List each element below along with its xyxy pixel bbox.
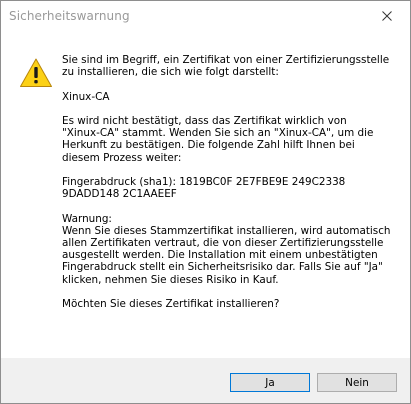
close-button[interactable] [364, 1, 410, 31]
intro-text: Sie sind im Begriff, ein Zertifikat von … [62, 54, 390, 79]
button-bar: Ja Nein [1, 358, 410, 403]
fingerprint-text: Fingerabdruck (sha1): 1819BC0F 2E7FBE9E … [62, 175, 346, 201]
warning-text: Warnung: Wenn Sie dieses Stammzertifikat… [62, 212, 391, 286]
ca-name: Xinux-CA [62, 90, 110, 103]
verification-text: Es wird nicht bestätigt, dass das Zertif… [62, 114, 374, 164]
window-title: Sicherheitswarnung [9, 9, 130, 23]
question-text: Möchten Sie dieses Zertifikat installier… [62, 297, 280, 310]
security-warning-dialog: Sicherheitswarnung Sie sind im Begriff, … [0, 0, 411, 404]
warning-message: Sie sind im Begriff, ein Zertifikat von … [62, 54, 402, 322]
close-icon [382, 11, 392, 21]
yes-button[interactable]: Ja [230, 373, 310, 392]
warning-icon [19, 57, 53, 89]
title-bar[interactable]: Sicherheitswarnung [1, 1, 410, 32]
no-button[interactable]: Nein [317, 373, 397, 392]
dialog-body: Sie sind im Begriff, ein Zertifikat von … [1, 32, 410, 358]
